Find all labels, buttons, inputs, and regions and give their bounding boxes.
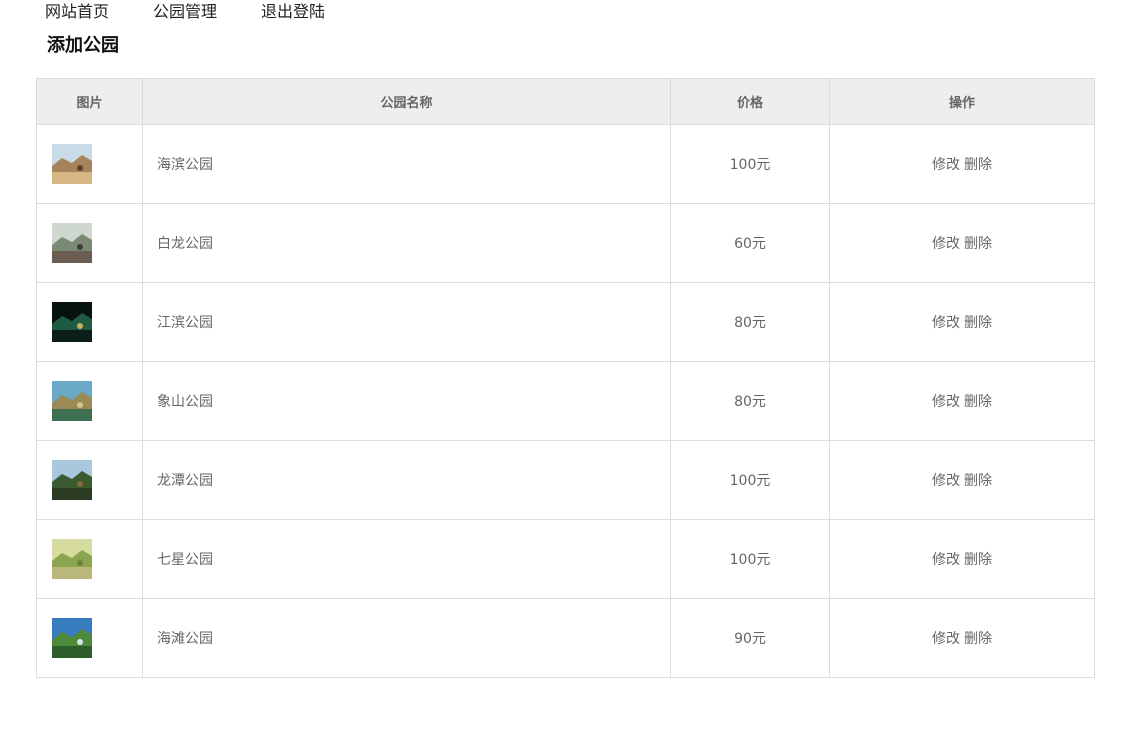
cell-park-name: 象山公园: [142, 361, 671, 441]
cell-operations: 修改 删除: [829, 519, 1095, 599]
cell-image: [36, 282, 143, 362]
cell-image: [36, 124, 143, 204]
add-park-link[interactable]: 添加公园: [47, 34, 119, 58]
cell-image: [36, 519, 143, 599]
nav-park-management-link[interactable]: 公园管理: [153, 0, 217, 24]
cell-park-name: 白龙公园: [142, 203, 671, 283]
park-thumbnail: [52, 144, 92, 184]
cell-image: [36, 203, 143, 283]
park-thumbnail: [52, 618, 92, 658]
delete-link[interactable]: 删除: [964, 315, 992, 331]
table-row: 海滩公园 90元 修改 删除: [36, 598, 1095, 678]
table-row: 海滨公园 100元 修改 删除: [36, 124, 1095, 204]
edit-link[interactable]: 修改: [932, 315, 960, 331]
park-thumbnail: [52, 302, 92, 342]
cell-operations: 修改 删除: [829, 282, 1095, 362]
cell-price: 100元: [670, 124, 830, 204]
delete-link[interactable]: 删除: [964, 631, 992, 647]
cell-price: 100元: [670, 440, 830, 520]
cell-operations: 修改 删除: [829, 124, 1095, 204]
header-operations: 操作: [829, 78, 1095, 125]
park-thumbnail: [52, 539, 92, 579]
delete-link[interactable]: 删除: [964, 473, 992, 489]
delete-link[interactable]: 删除: [964, 394, 992, 410]
edit-link[interactable]: 修改: [932, 236, 960, 252]
cell-park-name: 江滨公园: [142, 282, 671, 362]
cell-operations: 修改 删除: [829, 598, 1095, 678]
edit-link[interactable]: 修改: [932, 631, 960, 647]
top-nav: 网站首页 公园管理 退出登陆: [45, 0, 369, 24]
cell-park-name: 龙潭公园: [142, 440, 671, 520]
table-row: 龙潭公园 100元 修改 删除: [36, 440, 1095, 520]
edit-link[interactable]: 修改: [932, 157, 960, 173]
nav-logout-link[interactable]: 退出登陆: [261, 0, 325, 24]
cell-price: 60元: [670, 203, 830, 283]
cell-park-name: 海滩公园: [142, 598, 671, 678]
header-image: 图片: [36, 78, 143, 125]
delete-link[interactable]: 删除: [964, 236, 992, 252]
delete-link[interactable]: 删除: [964, 552, 992, 568]
cell-price: 90元: [670, 598, 830, 678]
cell-price: 80元: [670, 361, 830, 441]
header-park-name: 公园名称: [142, 78, 671, 125]
cell-price: 80元: [670, 282, 830, 362]
cell-image: [36, 361, 143, 441]
cell-operations: 修改 删除: [829, 203, 1095, 283]
table-row: 象山公园 80元 修改 删除: [36, 361, 1095, 441]
edit-link[interactable]: 修改: [932, 552, 960, 568]
cell-park-name: 海滨公园: [142, 124, 671, 204]
table-row: 江滨公园 80元 修改 删除: [36, 282, 1095, 362]
park-rows: 海滨公园 100元 修改 删除 白龙公园 60元 修改 删除 江滨公园 80元 修改 删除 象山公园 80…: [36, 124, 1095, 678]
delete-link[interactable]: 删除: [964, 157, 992, 173]
header-price: 价格: [670, 78, 830, 125]
table-row: 七星公园 100元 修改 删除: [36, 519, 1095, 599]
cell-operations: 修改 删除: [829, 361, 1095, 441]
table-header-row: 图片 公园名称 价格 操作: [36, 78, 1095, 125]
park-table: 图片 公园名称 价格 操作 海滨公园 100元 修改 删除 白龙公园 60元 修改 删除 江滨公…: [36, 78, 1095, 678]
cell-price: 100元: [670, 519, 830, 599]
cell-operations: 修改 删除: [829, 440, 1095, 520]
cell-image: [36, 598, 143, 678]
table-row: 白龙公园 60元 修改 删除: [36, 203, 1095, 283]
edit-link[interactable]: 修改: [932, 394, 960, 410]
nav-home-link[interactable]: 网站首页: [45, 0, 109, 24]
park-thumbnail: [52, 460, 92, 500]
park-thumbnail: [52, 381, 92, 421]
cell-image: [36, 440, 143, 520]
cell-park-name: 七星公园: [142, 519, 671, 599]
park-thumbnail: [52, 223, 92, 263]
edit-link[interactable]: 修改: [932, 473, 960, 489]
